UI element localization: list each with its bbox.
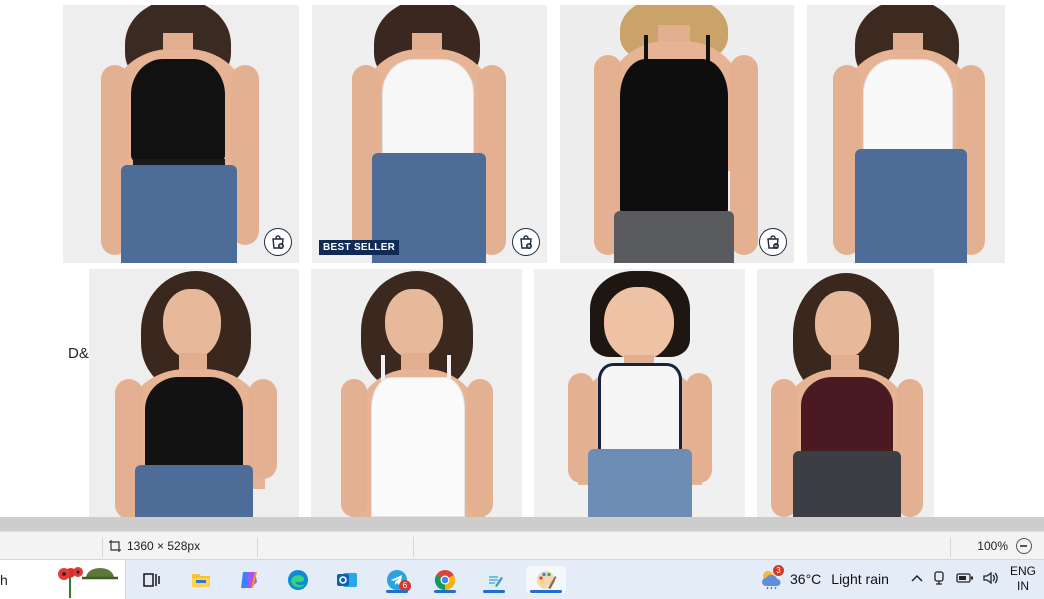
system-tray: [910, 570, 1000, 586]
status-bar: 1360 × 528px 100%: [0, 531, 1044, 559]
product-tile-4[interactable]: [807, 5, 1005, 263]
image-size-icon: [109, 540, 121, 552]
taskbar: h 6 3 36°C Light rain ENG IN: [0, 559, 1044, 599]
running-indicator: [530, 590, 562, 593]
notepad-icon: [487, 572, 503, 588]
add-to-bag-button-2[interactable]: [512, 228, 540, 256]
input-language-indicator[interactable]: ENG IN: [1008, 564, 1038, 594]
product-tile-7[interactable]: [534, 269, 745, 517]
search-text: h: [0, 572, 8, 588]
temperature-text: 36°C: [790, 571, 822, 587]
product-tile-8[interactable]: [757, 269, 934, 517]
poppy-helmet-icon: [58, 567, 118, 598]
product-tile-5[interactable]: [89, 269, 299, 517]
region-code: IN: [1017, 579, 1029, 593]
telegram-button[interactable]: 6: [382, 566, 412, 594]
edge-button[interactable]: [283, 566, 313, 594]
copilot-button[interactable]: [234, 566, 264, 594]
task-view-button[interactable]: [136, 566, 166, 594]
chevron-up-icon[interactable]: [910, 571, 924, 585]
horizontal-scrollbar[interactable]: [0, 517, 1044, 531]
paint-window: BEST SELLER D&C 1360 × 528px 100% h 6 3 …: [0, 0, 1044, 599]
shopping-bag-icon: [767, 235, 779, 249]
running-indicator: [386, 590, 408, 593]
image-canvas[interactable]: BEST SELLER D&C: [0, 0, 1044, 517]
shopping-bag-icon: [520, 235, 532, 249]
battery-icon[interactable]: [956, 571, 974, 585]
weather-cloud-icon: 3: [760, 565, 784, 590]
folder-icon: [192, 574, 210, 587]
chrome-icon: [434, 570, 456, 591]
product-tile-2[interactable]: BEST SELLER: [312, 5, 547, 263]
camera-mic-icon[interactable]: [932, 570, 948, 586]
status-separator: [257, 537, 258, 557]
edge-icon: [288, 570, 308, 590]
image-dimensions-text: 1360 × 528px: [127, 539, 201, 553]
zoom-level[interactable]: 100%: [977, 539, 1008, 553]
status-separator: [950, 537, 951, 557]
add-to-bag-button-3[interactable]: [759, 228, 787, 256]
taskbar-search-box[interactable]: h: [0, 560, 126, 599]
zoom-out-button[interactable]: [1016, 538, 1032, 554]
shopping-bag-icon: [272, 235, 284, 249]
file-explorer-button[interactable]: [186, 566, 216, 594]
task-view-icon: [143, 573, 160, 587]
product-tile-1[interactable]: [63, 5, 299, 263]
weather-alert-count: 3: [773, 565, 784, 576]
weather-condition-text: Light rain: [831, 571, 889, 587]
paint-palette-icon: [536, 571, 557, 589]
weather-widget[interactable]: 3 36°C Light rain: [760, 565, 889, 590]
status-separator: [102, 537, 103, 557]
copilot-icon: [241, 572, 257, 588]
best-seller-badge: BEST SELLER: [319, 240, 400, 255]
status-separator: [413, 537, 414, 557]
running-indicator: [483, 590, 505, 593]
product-tile-3[interactable]: [560, 5, 794, 263]
outlook-button[interactable]: [332, 566, 362, 594]
paint-button[interactable]: [526, 566, 566, 594]
volume-icon[interactable]: [982, 570, 1000, 586]
add-to-bag-button-1[interactable]: [264, 228, 292, 256]
image-dimensions: 1360 × 528px: [108, 539, 200, 553]
running-indicator: [434, 590, 456, 593]
outlook-icon: [337, 573, 357, 587]
notepad-button[interactable]: [479, 566, 509, 594]
language-code: ENG: [1009, 564, 1036, 578]
product-tile-6[interactable]: [311, 269, 522, 517]
chrome-button[interactable]: [430, 566, 460, 594]
